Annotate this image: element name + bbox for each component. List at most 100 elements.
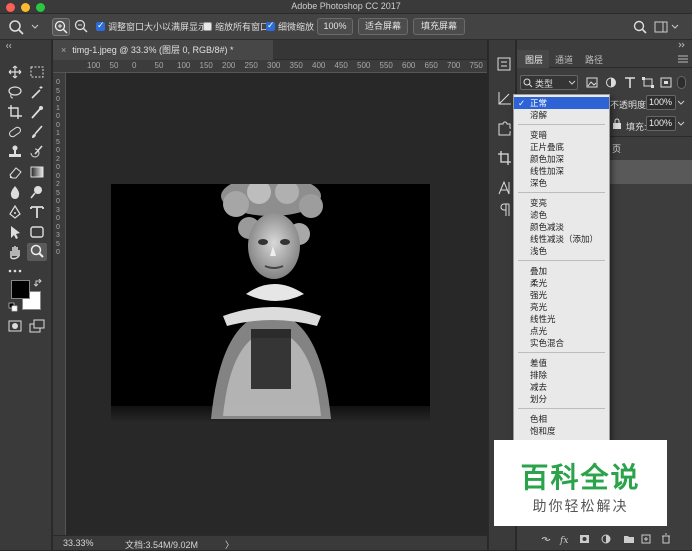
hand-tool[interactable] (6, 244, 24, 260)
shape-filter-icon[interactable] (642, 77, 654, 88)
move-tool[interactable] (6, 64, 24, 80)
blend-mode-item[interactable]: 排除 (514, 369, 609, 381)
scrubby-zoom-checkbox[interactable] (266, 20, 275, 31)
zoom-out-button[interactable] (73, 18, 91, 36)
lock-icon[interactable] (612, 118, 622, 130)
character-panel-icon[interactable] (497, 180, 511, 196)
eraser-tool[interactable] (6, 164, 24, 180)
swap-colors-icon[interactable] (34, 279, 44, 289)
ruler-tick-label: 2 (56, 155, 60, 163)
zoom-tool[interactable] (27, 243, 47, 261)
shape-tool[interactable] (28, 224, 46, 240)
crop-panel-icon[interactable] (497, 150, 511, 166)
type-filter-icon[interactable] (624, 77, 636, 88)
blend-mode-dropdown[interactable]: ✓ 正常 溶解变暗 正片叠底 颜色加深 线性加深 深色变亮 滤色 颜色减淡 线性减淡（添加） 浅色叠… (513, 94, 610, 444)
document-image[interactable] (111, 184, 430, 424)
opacity-input[interactable]: 100% (646, 95, 676, 110)
blend-mode-item[interactable]: 正片叠底 (514, 141, 609, 153)
hand-icon (10, 246, 20, 260)
ruler-tick-label: 5 (56, 189, 60, 197)
blend-mode-item[interactable]: 差值 (514, 357, 609, 369)
smart-object-filter-icon[interactable] (660, 77, 672, 88)
zoom-in-button[interactable] (52, 18, 70, 36)
blend-mode-item[interactable]: 颜色减淡 (514, 221, 609, 233)
blend-mode-item[interactable]: 划分 (514, 393, 609, 405)
panel-collapse-icon[interactable] (6, 43, 46, 49)
tab-layers[interactable]: 图层 (525, 53, 543, 66)
blend-mode-item[interactable]: 饱和度 (514, 425, 609, 437)
blend-mode-item[interactable]: 强光 (514, 289, 609, 301)
eyedropper-tool[interactable] (28, 104, 46, 120)
history-panel-icon[interactable] (497, 56, 511, 72)
type-tool[interactable] (28, 204, 46, 220)
blend-mode-label: 正常 (530, 98, 548, 108)
ruler-tick-label: 100 (87, 61, 101, 70)
panel-collapse-icon[interactable] (519, 42, 689, 48)
blend-mode-item[interactable]: 实色混合 (514, 337, 609, 349)
blend-mode-item[interactable]: 色相 (514, 413, 609, 425)
status-menu-arrow[interactable]: 〉 (225, 538, 234, 551)
title-bar: Adobe Photoshop CC 2017 (0, 0, 692, 14)
blend-mode-item[interactable]: 浅色 (514, 245, 609, 257)
blend-mode-item[interactable]: 溶解 (514, 109, 609, 121)
resize-window-checkbox[interactable] (96, 20, 105, 31)
chevron-down-icon[interactable] (678, 100, 686, 106)
watermark-title: 百科全说 (520, 462, 641, 493)
blend-mode-item[interactable]: 深色 (514, 177, 609, 189)
blend-mode-item[interactable]: 柔光 (514, 277, 609, 289)
lasso-tool[interactable] (6, 84, 24, 100)
blend-mode-item[interactable]: 线性加深 (514, 165, 609, 177)
dodge-tool[interactable] (28, 184, 46, 200)
zoom-all-checkbox[interactable] (203, 22, 212, 31)
tab-paths[interactable]: 路径 (585, 53, 603, 66)
blend-mode-item[interactable]: 变暗 (514, 129, 609, 141)
pen-tool[interactable] (6, 204, 24, 220)
brush-tool[interactable] (28, 124, 46, 140)
image-filter-icon[interactable] (586, 77, 598, 88)
puzzle-icon[interactable] (497, 120, 511, 136)
scrubby-zoom-label: 细微缩放 (278, 22, 315, 32)
blend-mode-item[interactable]: 亮光 (514, 301, 609, 313)
crop-tool[interactable] (6, 104, 24, 120)
zoom-100-button[interactable]: 100% (317, 18, 353, 35)
screen-mode-button[interactable] (28, 318, 46, 334)
blend-mode-item[interactable]: 滤色 (514, 209, 609, 221)
default-colors-icon[interactable] (8, 302, 18, 312)
foreground-color-swatch[interactable] (11, 280, 30, 299)
close-tab-icon[interactable]: × (61, 45, 66, 55)
blend-mode-item[interactable]: 颜色加深 (514, 153, 609, 165)
search-button[interactable] (632, 19, 648, 35)
blend-mode-item[interactable]: ✓ 正常 (514, 97, 609, 109)
zoom-tool-preset[interactable] (4, 17, 44, 37)
history-brush-tool[interactable] (28, 144, 46, 160)
blend-mode-item[interactable]: 减去 (514, 381, 609, 393)
more-tools-button[interactable] (6, 262, 24, 278)
fill-input[interactable]: 100% (646, 116, 676, 131)
blend-mode-item[interactable]: 变亮 (514, 197, 609, 209)
marquee-tool[interactable] (28, 64, 46, 80)
blend-mode-item[interactable]: 点光 (514, 325, 609, 337)
blur-tool[interactable] (6, 184, 24, 200)
document-tab[interactable]: × timg-1.jpeg @ 33.3% (图层 0, RGB/8#) * (53, 40, 273, 60)
status-zoom[interactable]: 33.33% (63, 538, 94, 548)
paragraph-panel-icon[interactable] (497, 202, 511, 218)
quick-mask-button[interactable] (6, 318, 24, 334)
healing-brush-tool[interactable] (6, 124, 24, 140)
path-selection-tool[interactable] (6, 224, 24, 240)
adjustment-filter-icon[interactable] (605, 77, 617, 88)
fill-screen-button[interactable]: 填充屏幕 (413, 18, 465, 35)
brush-panel-icon[interactable] (497, 90, 511, 106)
clone-stamp-tool[interactable] (6, 144, 24, 160)
magic-wand-tool[interactable] (28, 84, 46, 100)
filter-toggle-switch[interactable] (677, 76, 686, 89)
gradient-tool[interactable] (28, 164, 46, 180)
blend-mode-item[interactable]: 线性减淡（添加） (514, 233, 609, 245)
layers-footer-icons[interactable]: fx (540, 533, 680, 545)
blend-mode-item[interactable]: 线性光 (514, 313, 609, 325)
tab-channels[interactable]: 通道 (555, 53, 573, 66)
fit-screen-button[interactable]: 适合屏幕 (358, 18, 408, 35)
chevron-down-icon[interactable] (678, 121, 686, 127)
workspace-switcher[interactable] (654, 20, 682, 34)
layer-filter-select[interactable]: 类型 (520, 75, 578, 90)
blend-mode-item[interactable]: 叠加 (514, 265, 609, 277)
